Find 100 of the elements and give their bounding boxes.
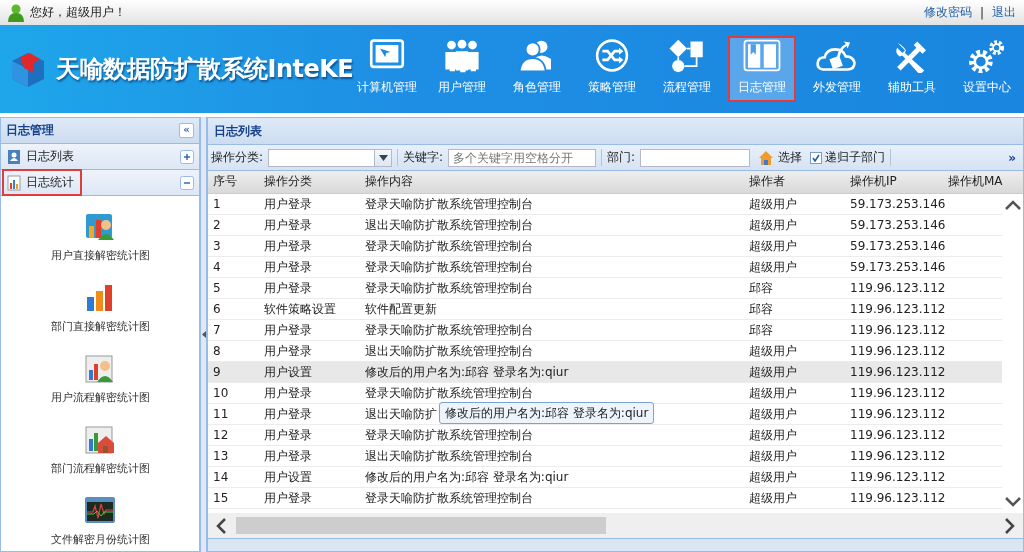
separator: |	[979, 5, 984, 20]
department-field[interactable]	[640, 148, 751, 167]
table-cell: 修改后的用户名为:邱容 登录名为:qiur	[360, 466, 744, 487]
table-cell: 用户登录	[259, 403, 360, 424]
table-row[interactable]: 3 用户登录 登录天喻防扩散系统管理控制台 超级用户 59.173.253.146	[208, 235, 1002, 256]
table-cell: 59.173.253.146	[845, 193, 943, 214]
contact-book-icon	[7, 148, 21, 165]
table-cell: 4	[208, 256, 259, 277]
table-row[interactable]: 1 用户登录 登录天喻防扩散系统管理控制台 超级用户 59.173.253.146	[208, 193, 1002, 214]
bar-chart-icon	[7, 174, 21, 191]
chart-link[interactable]: 用户流程解密统计图	[50, 390, 150, 405]
keyword-field[interactable]: 多个关键字用空格分开	[448, 148, 597, 167]
table-cell: 登录天喻防扩散系统管理控制台	[360, 277, 744, 298]
column-header[interactable]: 操作分类	[259, 171, 360, 193]
table-row[interactable]: 8 用户登录 退出天喻防扩散系统管理控制台 超级用户 119.96.123.112	[208, 340, 1002, 361]
nav-tab[interactable]: 外发管理	[803, 36, 872, 102]
scroll-right-icon[interactable]	[1005, 517, 1015, 534]
table-row[interactable]: 7 用户登录 登录天喻防扩散系统管理控制台 邱容 119.96.123.112	[208, 319, 1002, 340]
table-cell: 退出天喻防扩散系统管理控制台	[360, 340, 744, 361]
table-cell: 超级用户	[744, 361, 845, 382]
table-cell: 3	[208, 235, 259, 256]
table-cell: 2	[208, 214, 259, 235]
scroll-up-icon[interactable]	[1004, 199, 1021, 210]
nav-tab[interactable]: 角色管理	[503, 36, 572, 102]
table-cell: 超级用户	[744, 235, 845, 256]
chart-link[interactable]: 部门直接解密统计图	[50, 319, 150, 334]
scroll-down-icon[interactable]	[1004, 497, 1021, 507]
header-link[interactable]: 修改密码	[923, 4, 972, 21]
table-cell: 119.96.123.112	[845, 361, 943, 382]
nav-tab[interactable]: 策略管理	[578, 36, 647, 102]
nav-tab[interactable]: 用户管理	[428, 36, 497, 102]
table-cell: 超级用户	[744, 466, 845, 487]
accordion-header[interactable]: 日志列表	[1, 144, 199, 170]
table-row[interactable]: 15 用户登录 登录天喻防扩散系统管理控制台 超级用户 119.96.123.112	[208, 487, 1002, 508]
column-header[interactable]: 操作机IP	[845, 171, 943, 193]
table-cell: 登录天喻防扩散系统管理控制台	[360, 193, 744, 214]
field-label: 操作分类:	[211, 149, 264, 166]
table-row[interactable]: 12 用户登录 登录天喻防扩散系统管理控制台 超级用户 119.96.123.112	[208, 424, 1002, 445]
more-button[interactable]: »	[1008, 150, 1020, 165]
table-cell: 119.96.123.112	[845, 424, 943, 445]
accordion-label: 日志统计	[26, 174, 74, 191]
table-cell: 邱容	[744, 277, 845, 298]
accordion-header[interactable]: 日志统计	[1, 170, 199, 196]
column-header[interactable]: 操作内容	[360, 171, 744, 193]
table-cell: 12	[208, 424, 259, 445]
table-cell: 14	[208, 466, 259, 487]
field-label: 关键字:	[403, 149, 444, 166]
nav-tab[interactable]: 流程管理	[653, 36, 722, 102]
table-cell: 超级用户	[744, 214, 845, 235]
table-row[interactable]: 9 用户设置 修改后的用户名为:邱容 登录名为:qiur 超级用户 119.96.123.112	[208, 361, 1002, 382]
table-cell: 用户设置	[259, 466, 360, 487]
table-row[interactable]: 6 软件策略设置 软件配置更新 邱容 119.96.123.112	[208, 298, 1002, 319]
table-row[interactable]: 4 用户登录 登录天喻防扩散系统管理控制台 超级用户 59.173.253.146	[208, 256, 1002, 277]
table-cell: 软件策略设置	[259, 298, 360, 319]
table-cell: 9	[208, 361, 259, 382]
table-cell: 用户登录	[259, 193, 360, 214]
column-header[interactable]: 操作机MA	[943, 171, 1023, 193]
column-header[interactable]: 操作者	[744, 171, 845, 193]
table-cell: 超级用户	[744, 256, 845, 277]
accordion-label: 日志列表	[26, 148, 74, 165]
app-title: 天喻数据防扩散系统InteKE	[56, 54, 354, 85]
table-cell: 邱容	[744, 298, 845, 319]
table-cell: 119.96.123.112	[845, 277, 943, 298]
table-row[interactable]: 2 用户登录 退出天喻防扩散系统管理控制台 超级用户 59.173.253.146	[208, 214, 1002, 235]
table-cell: 5	[208, 277, 259, 298]
table-cell: 软件配置更新	[360, 298, 744, 319]
house-icon	[758, 149, 775, 166]
user-icon	[8, 3, 24, 22]
nav-tab[interactable]: 设置中心	[953, 36, 1022, 102]
scroll-left-icon[interactable]	[216, 517, 226, 534]
table-row[interactable]: 13 用户登录 退出天喻防扩散系统管理控制台 超级用户 119.96.123.112	[208, 445, 1002, 466]
table-cell: 用户登录	[259, 277, 360, 298]
chart-icon[interactable]	[84, 494, 116, 526]
table-cell: 119.96.123.112	[845, 340, 943, 361]
table-cell: 超级用户	[744, 340, 845, 361]
header-link[interactable]: 退出	[992, 4, 1016, 21]
choose-button[interactable]: 选择	[755, 149, 806, 166]
table-cell: 超级用户	[744, 445, 845, 466]
collapse-button[interactable]: «	[179, 123, 194, 138]
table-row[interactable]: 14 用户设置 修改后的用户名为:邱容 登录名为:qiur 超级用户 119.96.123.112	[208, 466, 1002, 487]
chart-link[interactable]: 用户直接解密统计图	[50, 248, 150, 263]
table-cell: 59.173.253.146	[845, 235, 943, 256]
table-cell: 用户登录	[259, 424, 360, 445]
chart-link[interactable]: 部门流程解密统计图	[50, 461, 150, 476]
table-row[interactable]: 11 用户登录 退出天喻防扩 修改后的用户名为:邱容 登录名为:qiur 超级用户 119.96.123.112	[208, 403, 1002, 424]
table-cell: 8	[208, 340, 259, 361]
table-cell: 119.96.123.112	[845, 403, 943, 424]
plus-icon[interactable]	[180, 149, 194, 164]
checkbox[interactable]	[810, 151, 823, 164]
nav-tab[interactable]: 辅助工具	[878, 36, 947, 102]
tooltip: 修改后的用户名为:邱容 登录名为:qiur	[439, 401, 655, 424]
minus-icon[interactable]	[180, 175, 194, 190]
chart-link[interactable]: 文件解密月份统计图	[50, 532, 150, 547]
table-cell: 7	[208, 319, 259, 340]
scrollbar-thumb[interactable]	[236, 517, 606, 534]
table-cell-text: 退出天喻防扩	[365, 406, 437, 421]
column-header[interactable]: 序号	[208, 171, 259, 193]
field-label: 部门:	[607, 149, 636, 166]
table-row[interactable]: 5 用户登录 登录天喻防扩散系统管理控制台 邱容 119.96.123.112	[208, 277, 1002, 298]
collapse-arrow-icon[interactable]	[201, 331, 206, 338]
